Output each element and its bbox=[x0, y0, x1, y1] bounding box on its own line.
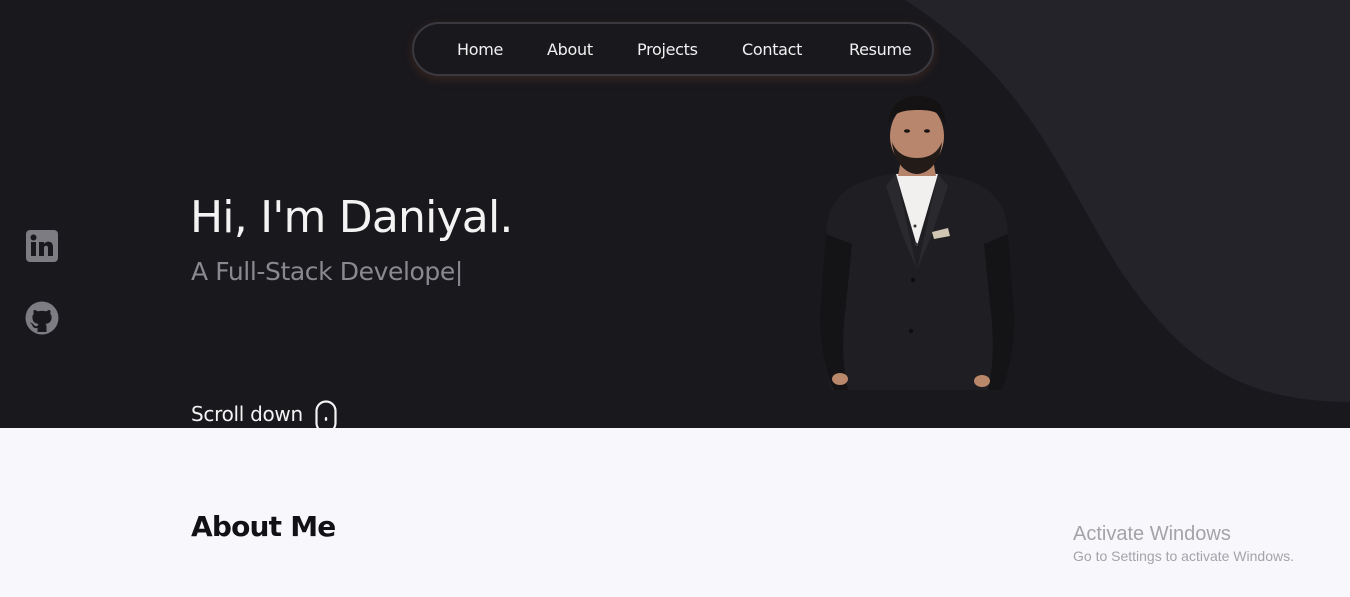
linkedin-icon[interactable] bbox=[25, 229, 59, 263]
nav-item-about[interactable]: About bbox=[547, 40, 593, 59]
hero-subtitle: A Full-Stack Develope| bbox=[191, 257, 463, 286]
github-icon[interactable] bbox=[25, 301, 59, 335]
about-title: About Me bbox=[191, 510, 336, 543]
nav-item-resume[interactable]: Resume bbox=[849, 40, 912, 59]
nav-item-home[interactable]: Home bbox=[457, 40, 503, 59]
portfolio-page: Home About Projects Contact Resume Hi, I… bbox=[0, 0, 1350, 597]
nav-item-projects[interactable]: Projects bbox=[637, 40, 698, 59]
main-navigation: Home About Projects Contact Resume bbox=[412, 22, 934, 76]
about-section: About Me bbox=[0, 428, 1350, 597]
activate-windows-watermark: Activate Windows Go to Settings to activ… bbox=[1073, 522, 1294, 566]
activate-windows-subtitle: Go to Settings to activate Windows. bbox=[1073, 548, 1294, 564]
hero-section: Home About Projects Contact Resume Hi, I… bbox=[0, 0, 1350, 428]
scroll-down-label: Scroll down bbox=[191, 402, 303, 426]
scroll-down-button[interactable]: Scroll down bbox=[191, 398, 337, 428]
activate-windows-title: Activate Windows bbox=[1073, 523, 1231, 545]
nav-item-contact[interactable]: Contact bbox=[742, 40, 802, 59]
hero-title: Hi, I'm Daniyal. bbox=[190, 192, 513, 243]
profile-portrait bbox=[820, 96, 1015, 390]
mouse-icon bbox=[315, 400, 337, 428]
